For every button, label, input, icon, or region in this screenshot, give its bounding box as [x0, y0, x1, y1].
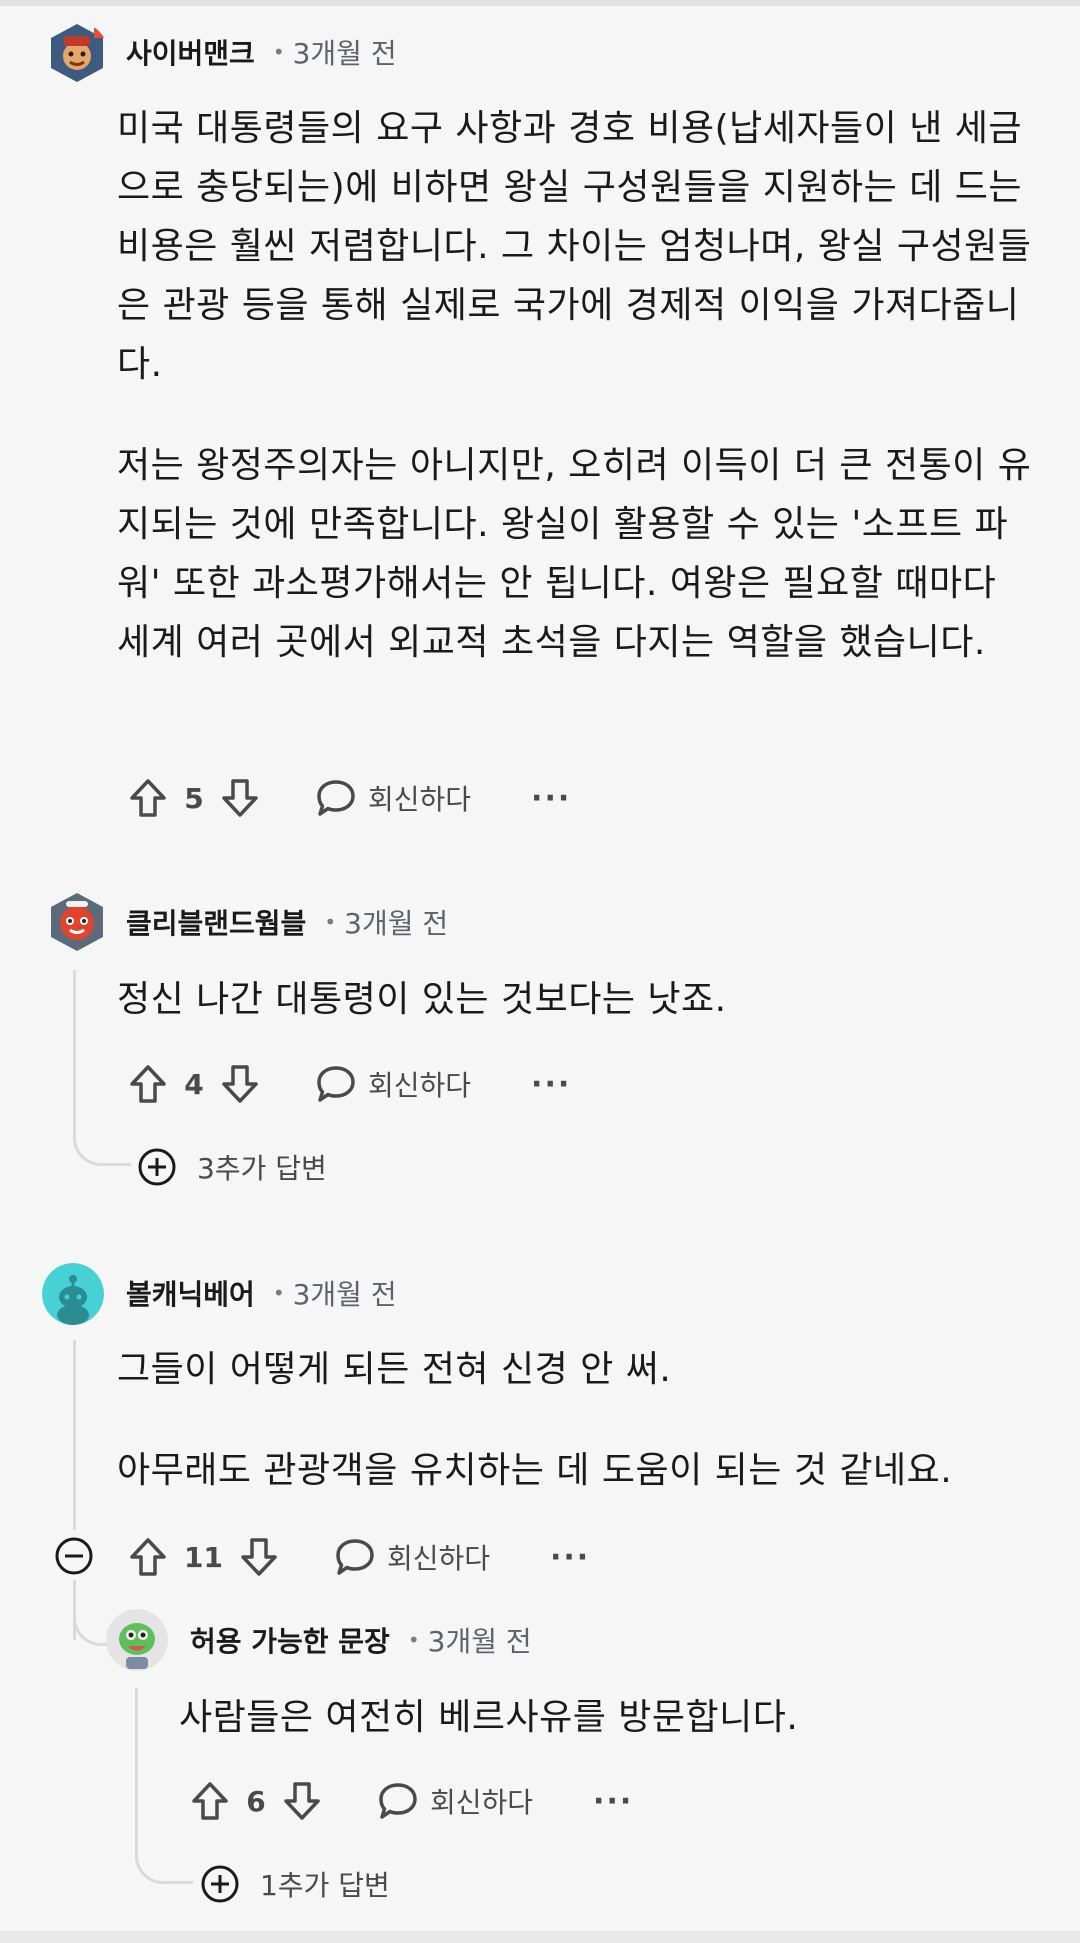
thread-line[interactable]: [135, 1688, 138, 1838]
upvote-icon[interactable]: [126, 1535, 170, 1579]
comment-meta: 볼캐닉베어 • 3개월 전: [126, 1271, 397, 1315]
reply-button[interactable]: 회신하다: [333, 1535, 490, 1579]
author-name[interactable]: 볼캐닉베어: [126, 1273, 255, 1313]
comment-paragraph: 저는 왕정주의자는 아니지만, 오히려 이득이 더 큰 전통이 유지되는 것에 …: [117, 445, 1032, 663]
comment-body: 정신 나간 대통령이 있는 것보다는 낫죠.: [117, 970, 1037, 1029]
comment-age: 3개월 전: [344, 907, 449, 940]
downvote-icon[interactable]: [280, 1779, 324, 1823]
avatar[interactable]: [46, 891, 108, 953]
reply-label: 회신하다: [368, 1069, 472, 1102]
minus-circle-icon[interactable]: [54, 1536, 94, 1576]
comment-meta: 사이버맨크 • 3개월 전: [126, 30, 397, 74]
comment-actions: 6 회신하다 ···: [188, 1776, 633, 1826]
vote-count: 11: [184, 1540, 223, 1574]
thread-line[interactable]: [73, 1340, 76, 1530]
top-divider: [0, 0, 1080, 6]
reply-label: 회신하다: [386, 1542, 491, 1575]
more-options-button[interactable]: ···: [531, 1067, 571, 1102]
downvote-icon[interactable]: [218, 776, 262, 820]
comment-body: 미국 대통령들의 요구 사항과 경호 비용(납세자들이 낸 세금으로 충당되는)…: [117, 99, 1037, 672]
comment-actions: 5 회신하다 ···: [126, 773, 571, 823]
comment-age: 3개월 전: [292, 37, 397, 70]
reply-button[interactable]: 회신하다: [376, 1779, 533, 1823]
author-name[interactable]: 클리블랜드웜블: [126, 902, 306, 942]
comment-age: 3개월 전: [427, 1625, 532, 1658]
avatar[interactable]: [46, 22, 108, 84]
speech-bubble-icon: [333, 1535, 377, 1579]
separator-dot: •: [272, 1281, 285, 1305]
more-replies-button[interactable]: 3추가 답변: [137, 1145, 327, 1189]
comment-actions: 4 회신하다 ···: [126, 1059, 571, 1109]
downvote-icon[interactable]: [237, 1535, 281, 1579]
more-replies-label: 1추가 답변: [260, 1869, 390, 1902]
upvote-icon[interactable]: [188, 1779, 232, 1823]
more-options-button[interactable]: ···: [593, 1784, 633, 1819]
avatar[interactable]: [106, 1609, 168, 1671]
comment-paragraph: 사람들은 여전히 베르사유를 방문합니다.: [179, 1697, 799, 1738]
thread-line-curve: [135, 1820, 193, 1884]
avatar[interactable]: [42, 1263, 104, 1325]
comment-paragraph: 그들이 어떻게 되든 전혀 신경 안 써.: [117, 1349, 672, 1390]
vote-count: 4: [184, 1067, 204, 1101]
author-name[interactable]: 허용 가능한 문장: [190, 1620, 390, 1660]
bottom-divider: [0, 1931, 1080, 1943]
more-replies-button[interactable]: 1추가 답변: [200, 1862, 390, 1906]
author-name[interactable]: 사이버맨크: [126, 32, 255, 72]
separator-dot: •: [407, 1628, 420, 1652]
thread-line-curve: [73, 1600, 109, 1646]
avatar-image: [42, 1263, 104, 1325]
comment-meta: 허용 가능한 문장 • 3개월 전: [190, 1618, 532, 1662]
reply-label: 회신하다: [430, 1786, 534, 1819]
comment-paragraph: 아무래도 관광객을 유치하는 데 도움이 되는 것 같네요.: [117, 1450, 953, 1491]
comment-body: 그들이 어떻게 되든 전혀 신경 안 써. 아무래도 관광객을 유치하는 데 도…: [117, 1340, 1057, 1500]
reply-button[interactable]: 회신하다: [314, 776, 471, 820]
avatar-image: [51, 24, 104, 82]
avatar-image: [51, 893, 103, 951]
comment-body: 사람들은 여전히 베르사유를 방문합니다.: [179, 1688, 1039, 1747]
comment-paragraph: 정신 나간 대통령이 있는 것보다는 낫죠.: [117, 979, 727, 1020]
more-options-button[interactable]: ···: [531, 781, 571, 816]
reply-label: 회신하다: [368, 783, 472, 816]
upvote-icon[interactable]: [126, 776, 170, 820]
avatar-image: [106, 1609, 168, 1671]
thread-line-curve: [73, 1080, 131, 1166]
more-replies-label: 3추가 답변: [197, 1152, 327, 1185]
vote-count: 6: [246, 1784, 266, 1818]
separator-dot: •: [324, 910, 337, 934]
comment-meta: 클리블랜드웜블 • 3개월 전: [126, 900, 448, 944]
separator-dot: •: [272, 40, 285, 64]
downvote-icon[interactable]: [218, 1062, 262, 1106]
plus-circle-icon: [138, 1148, 176, 1186]
speech-bubble-icon: [376, 1779, 420, 1823]
more-options-button[interactable]: ···: [550, 1540, 590, 1575]
reply-button[interactable]: 회신하다: [314, 1062, 471, 1106]
comment-actions: 11 회신하다 ···: [126, 1532, 590, 1582]
upvote-icon[interactable]: [126, 1062, 170, 1106]
speech-bubble-icon: [314, 776, 358, 820]
speech-bubble-icon: [314, 1062, 358, 1106]
comment-age: 3개월 전: [292, 1278, 397, 1311]
vote-count: 5: [184, 781, 204, 815]
plus-circle-icon: [201, 1865, 239, 1903]
comment-paragraph: 미국 대통령들의 요구 사항과 경호 비용(납세자들이 낸 세금으로 충당되는)…: [117, 108, 1032, 385]
